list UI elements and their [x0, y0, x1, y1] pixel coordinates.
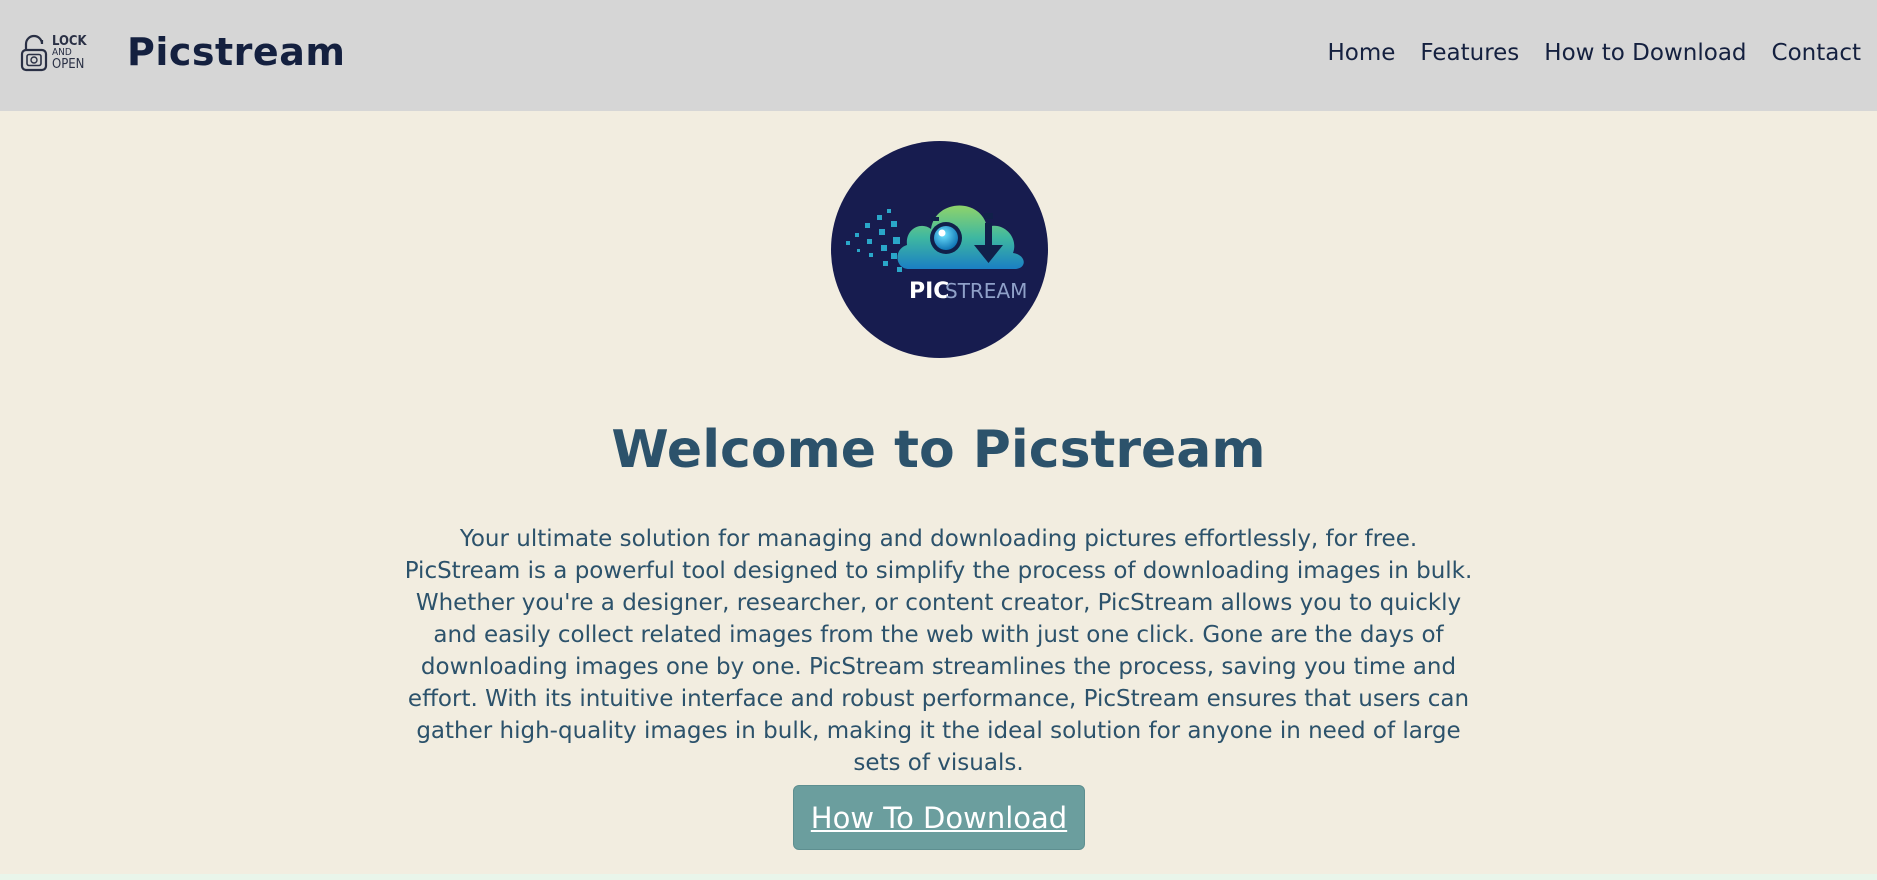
next-section-edge [0, 874, 1877, 880]
lock-and-open-logo[interactable]: LOCK AND OPEN [20, 33, 100, 73]
site-header: LOCK AND OPEN Picstream Home Features Ho… [0, 0, 1877, 111]
cloud-camera-download-icon: PIC STREAM [846, 205, 1027, 304]
main-nav: Home Features How to Download Contact [1327, 40, 1861, 66]
nav-link-home[interactable]: Home [1327, 40, 1395, 66]
nav-link-contact[interactable]: Contact [1772, 40, 1861, 66]
hero-description: Your ultimate solution for managing and … [404, 526, 1473, 776]
picstream-logo: PIC STREAM [831, 141, 1048, 358]
padlock-icon [20, 34, 48, 72]
page-title: Welcome to Picstream [611, 420, 1266, 480]
logo-text-stream: STREAM [945, 279, 1027, 303]
lock-logo-line3: OPEN [52, 57, 85, 72]
brand-name[interactable]: Picstream [127, 30, 345, 74]
nav-link-features[interactable]: Features [1420, 40, 1519, 66]
nav-link-how-to-download[interactable]: How to Download [1544, 40, 1746, 66]
logo-text-pic: PIC [909, 279, 949, 304]
how-to-download-button[interactable]: How To Download [793, 785, 1085, 850]
